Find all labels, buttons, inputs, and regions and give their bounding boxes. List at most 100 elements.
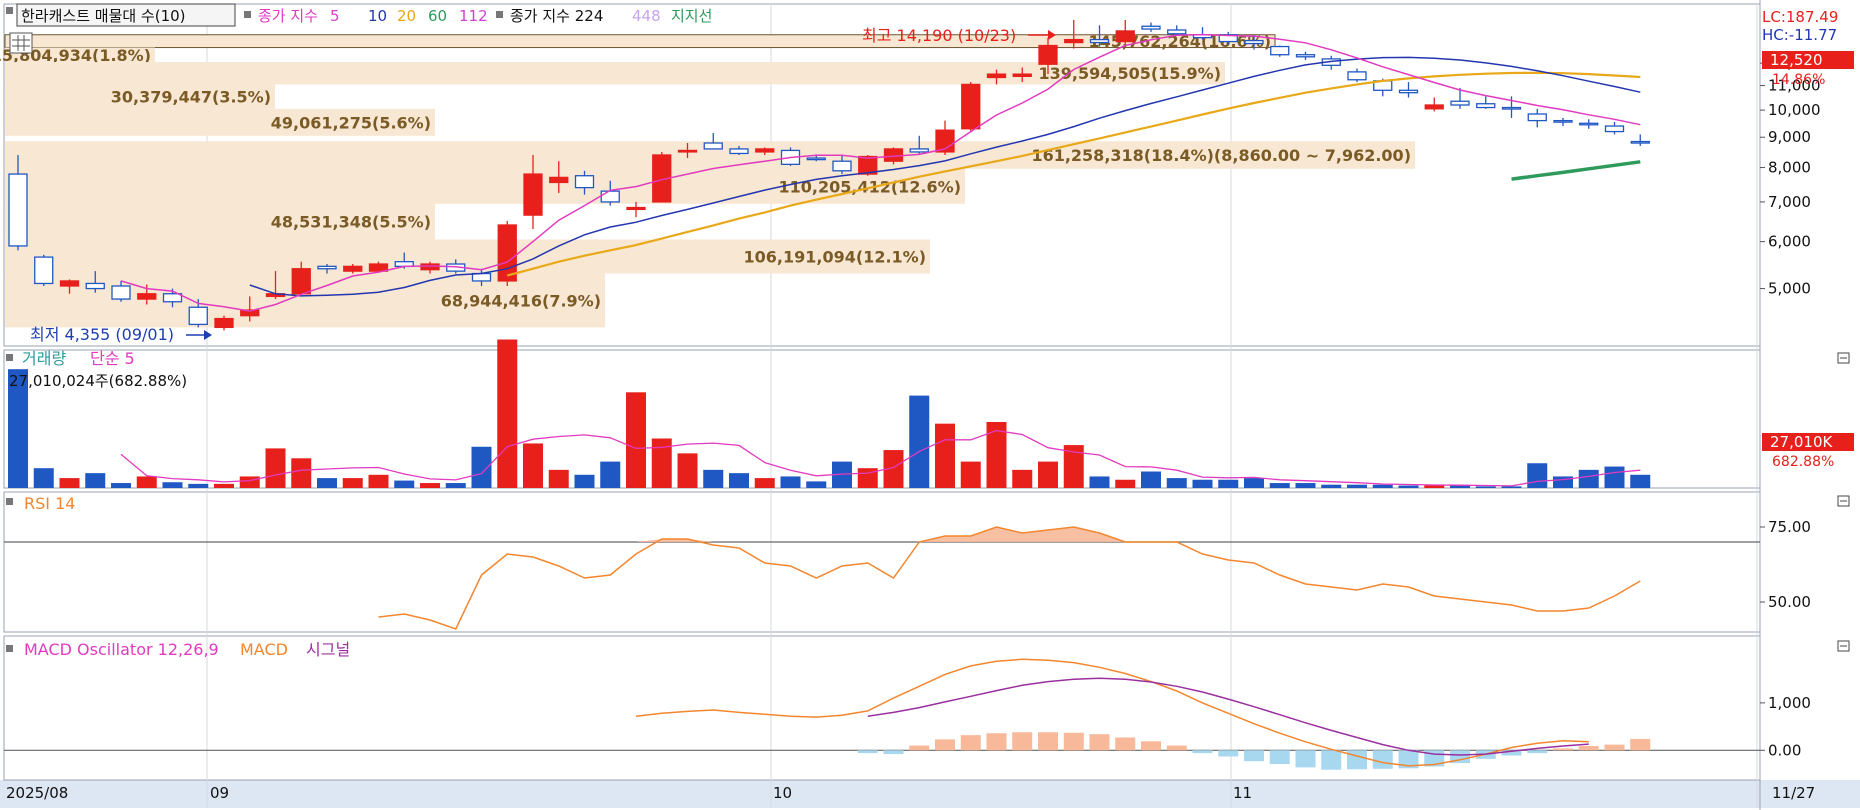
- volume-bar-1[interactable]: [33, 468, 54, 488]
- candle-1[interactable]: [34, 256, 54, 285]
- candle-41[interactable]: [1064, 38, 1084, 44]
- volume-bar-12[interactable]: [317, 478, 337, 488]
- volume-bar-3[interactable]: [85, 473, 106, 488]
- candle-55[interactable]: [1424, 104, 1444, 110]
- candle-48[interactable]: [1244, 39, 1264, 45]
- candle-29[interactable]: [755, 148, 775, 153]
- candle-0[interactable]: [8, 173, 28, 247]
- volume-bar-14[interactable]: [368, 474, 389, 488]
- candle-56[interactable]: [1450, 100, 1470, 106]
- volume-bar-29[interactable]: [754, 478, 775, 488]
- candle-11[interactable]: [291, 268, 311, 295]
- candle-45[interactable]: [1167, 29, 1187, 35]
- candle-21[interactable]: [549, 176, 569, 184]
- volume-bar-20[interactable]: [523, 443, 543, 488]
- volume-bar-51[interactable]: [1321, 484, 1342, 488]
- candle-28[interactable]: [729, 148, 749, 155]
- volume-bar-8[interactable]: [214, 483, 234, 488]
- candle-27[interactable]: [703, 142, 723, 150]
- candle-63[interactable]: [1630, 140, 1650, 144]
- volume-bar-27[interactable]: [703, 469, 724, 488]
- volume-bar-15[interactable]: [394, 480, 415, 488]
- volume-bar-13[interactable]: [342, 478, 363, 488]
- volume-bar-26[interactable]: [677, 453, 698, 488]
- candle-24[interactable]: [626, 206, 646, 211]
- volume-bar-43[interactable]: [1115, 479, 1136, 488]
- volume-bar-48[interactable]: [1244, 478, 1264, 488]
- volume-bar-18[interactable]: [471, 446, 492, 488]
- volume-bar-49[interactable]: [1269, 483, 1290, 488]
- candle-2[interactable]: [59, 280, 80, 287]
- candle-38[interactable]: [986, 73, 1007, 79]
- candle-23[interactable]: [600, 190, 620, 203]
- candle-31[interactable]: [806, 157, 826, 161]
- volume-bar-40[interactable]: [1038, 461, 1058, 488]
- candle-5[interactable]: [137, 293, 157, 300]
- candle-57[interactable]: [1476, 103, 1496, 109]
- volume-bar-55[interactable]: [1424, 485, 1445, 488]
- candle-20[interactable]: [523, 173, 543, 216]
- candle-26[interactable]: [677, 149, 698, 153]
- candle-54[interactable]: [1398, 89, 1419, 94]
- candle-52[interactable]: [1347, 71, 1367, 81]
- volume-bar-28[interactable]: [729, 473, 749, 488]
- volume-bar-17[interactable]: [445, 483, 466, 488]
- volume-bar-50[interactable]: [1295, 483, 1316, 488]
- candle-6[interactable]: [162, 293, 183, 303]
- volume-bar-37[interactable]: [960, 461, 981, 488]
- candle-49[interactable]: [1270, 45, 1290, 56]
- candle-50[interactable]: [1295, 54, 1316, 58]
- candle-7[interactable]: [188, 306, 208, 326]
- volume-bar-62[interactable]: [1604, 466, 1625, 488]
- macd-collapse-icon[interactable]: [1837, 640, 1850, 652]
- candle-37[interactable]: [961, 83, 981, 130]
- volume-bar-35[interactable]: [909, 395, 930, 488]
- volume-bar-16[interactable]: [420, 483, 440, 488]
- volume-bar-39[interactable]: [1012, 469, 1033, 488]
- candle-60[interactable]: [1553, 119, 1573, 123]
- volume-bar-61[interactable]: [1578, 469, 1599, 488]
- volume-bar-11[interactable]: [291, 458, 312, 488]
- volume-bar-57[interactable]: [1475, 486, 1496, 488]
- candle-44[interactable]: [1141, 25, 1161, 30]
- candle-42[interactable]: [1089, 38, 1110, 44]
- candle-12[interactable]: [317, 265, 337, 270]
- stock-chart[interactable]: 145,762,264(16.6%)15,804,934(1.8%)139,59…: [0, 0, 1860, 810]
- volume-bar-24[interactable]: [626, 392, 646, 488]
- volume-bar-5[interactable]: [136, 476, 157, 488]
- candle-58[interactable]: [1501, 106, 1522, 110]
- volume-bar-7[interactable]: [188, 483, 209, 488]
- volume-bar-6[interactable]: [162, 482, 183, 488]
- candle-8[interactable]: [214, 317, 234, 329]
- volume-bar-23[interactable]: [600, 461, 621, 488]
- candle-61[interactable]: [1579, 122, 1599, 126]
- volume-bar-44[interactable]: [1141, 471, 1161, 489]
- volume-bar-21[interactable]: [548, 469, 569, 488]
- volume-bar-63[interactable]: [1630, 474, 1651, 488]
- candle-4[interactable]: [111, 285, 131, 300]
- candle-32[interactable]: [832, 160, 852, 172]
- volume-bar-9[interactable]: [239, 476, 260, 488]
- candle-19[interactable]: [497, 224, 517, 282]
- volume-bar-52[interactable]: [1347, 484, 1367, 488]
- volume-bar-31[interactable]: [806, 481, 827, 488]
- volume-bar-45[interactable]: [1166, 478, 1187, 488]
- volume-collapse-icon[interactable]: [1837, 352, 1850, 364]
- volume-bar-10[interactable]: [265, 448, 286, 488]
- candle-22[interactable]: [574, 175, 595, 189]
- volume-bar-42[interactable]: [1089, 476, 1110, 488]
- candle-13[interactable]: [343, 265, 363, 272]
- volume-bar-47[interactable]: [1218, 479, 1239, 488]
- candle-62[interactable]: [1604, 125, 1625, 133]
- volume-bar-59[interactable]: [1527, 463, 1548, 488]
- candle-59[interactable]: [1527, 113, 1547, 122]
- volume-bar-46[interactable]: [1192, 479, 1213, 488]
- candle-39[interactable]: [1012, 73, 1032, 78]
- volume-bar-30[interactable]: [780, 476, 801, 488]
- volume-bar-54[interactable]: [1398, 485, 1419, 488]
- rsi-collapse-icon[interactable]: [1837, 495, 1850, 507]
- volume-bar-19[interactable]: [497, 339, 518, 489]
- volume-bar-58[interactable]: [1501, 486, 1522, 488]
- candle-35[interactable]: [909, 148, 929, 153]
- candle-3[interactable]: [85, 282, 105, 290]
